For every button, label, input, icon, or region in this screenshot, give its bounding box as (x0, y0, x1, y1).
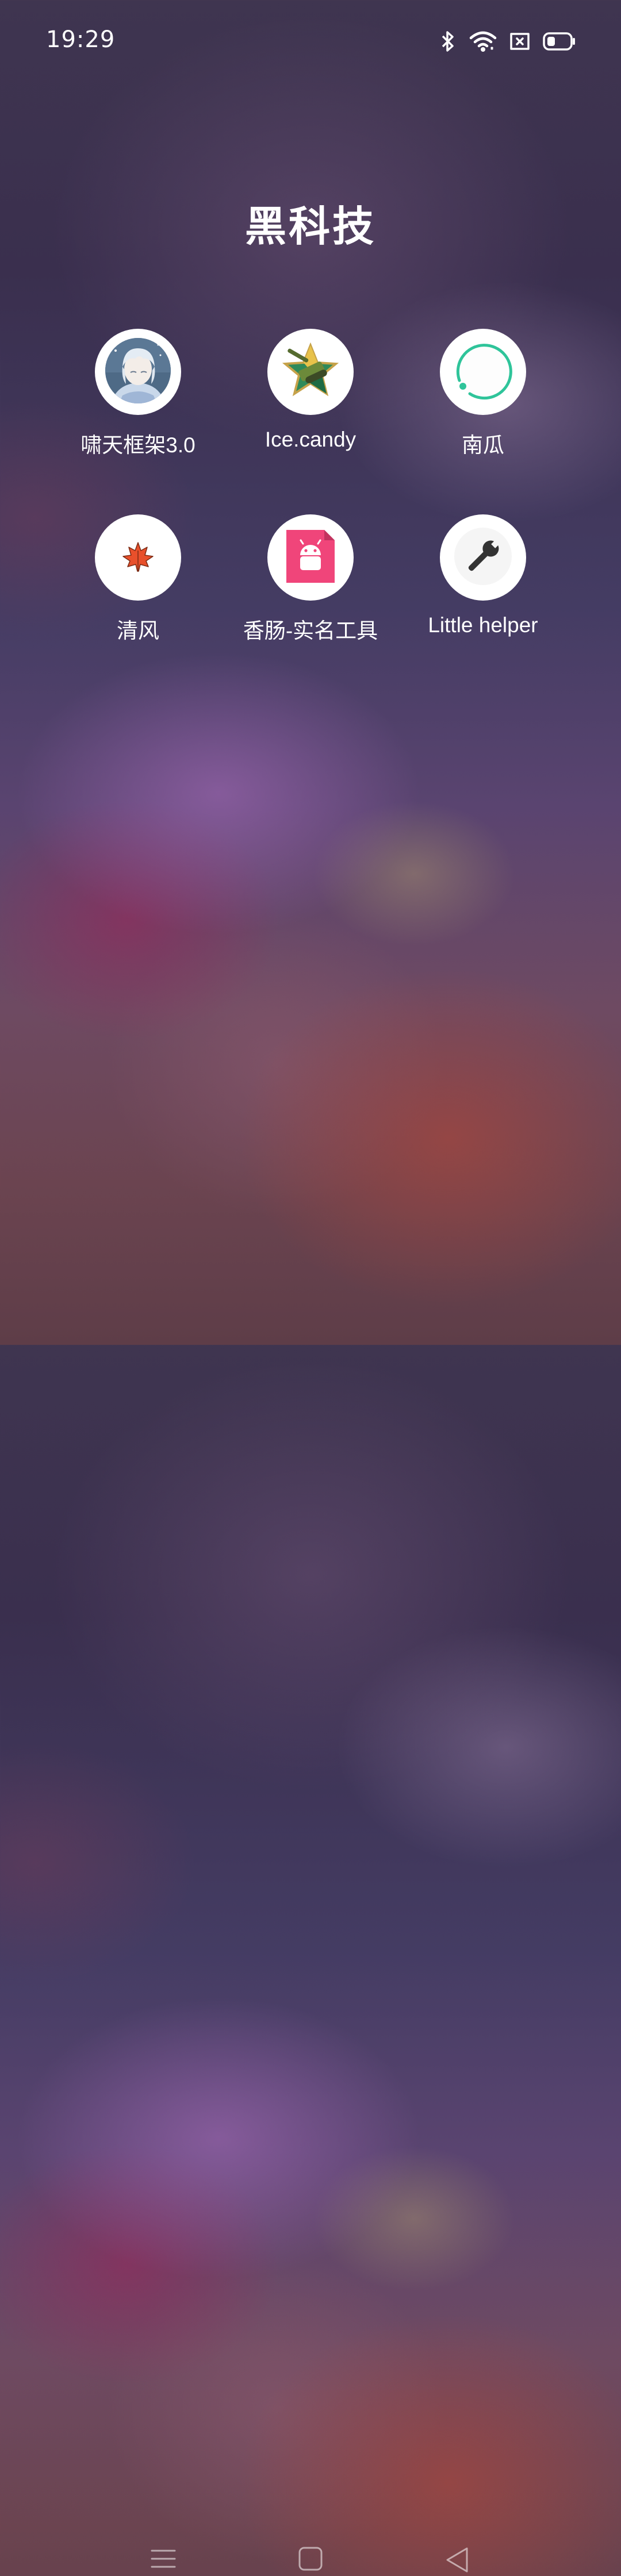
app-ice-candy[interactable]: Ice.candy (224, 329, 397, 452)
home-icon[interactable] (298, 2546, 323, 2574)
app-icon-container[interactable] (95, 514, 181, 601)
app-qingfeng[interactable]: 清风 (52, 514, 224, 644)
menu-icon[interactable] (151, 2546, 176, 2574)
app-label: 香肠-实名工具 (243, 619, 378, 643)
tank-star-icon (276, 336, 345, 407)
bluetooth-icon (439, 30, 457, 53)
app-label: Little helper (428, 613, 538, 637)
anime-avatar-icon (105, 338, 171, 406)
app-icon-container[interactable] (95, 329, 181, 415)
status-bar: 19:29 (0, 0, 621, 86)
no-sim-icon (509, 32, 530, 51)
app-xiangchang-tool[interactable]: 香肠-实名工具 (224, 514, 397, 644)
wrench-icon (451, 525, 515, 590)
green-ring-icon (451, 339, 515, 405)
navigation-bar (0, 1259, 621, 2573)
app-label: 清风 (117, 619, 159, 643)
status-icons (439, 30, 576, 53)
app-label: 啸天框架3.0 (80, 433, 195, 457)
maple-leaf-icon (121, 539, 155, 576)
android-file-icon (282, 528, 339, 587)
app-icon-container[interactable] (267, 514, 354, 601)
app-label: 南瓜 (462, 433, 504, 457)
status-time: 19:29 (46, 26, 116, 53)
wifi-icon (469, 30, 497, 53)
app-label: Ice.candy (264, 428, 356, 451)
back-icon[interactable] (444, 2546, 469, 2576)
folder-title: 黑科技 (244, 202, 376, 251)
app-nangua[interactable]: 南瓜 (397, 329, 569, 459)
app-icon-container[interactable] (440, 329, 526, 415)
app-xiaotian-framework[interactable]: 啸天框架3.0 (52, 329, 224, 459)
app-icon-container[interactable] (440, 514, 526, 601)
battery-icon (543, 32, 576, 51)
app-little-helper[interactable]: Little helper (397, 514, 569, 637)
app-icon-container[interactable] (267, 329, 354, 415)
